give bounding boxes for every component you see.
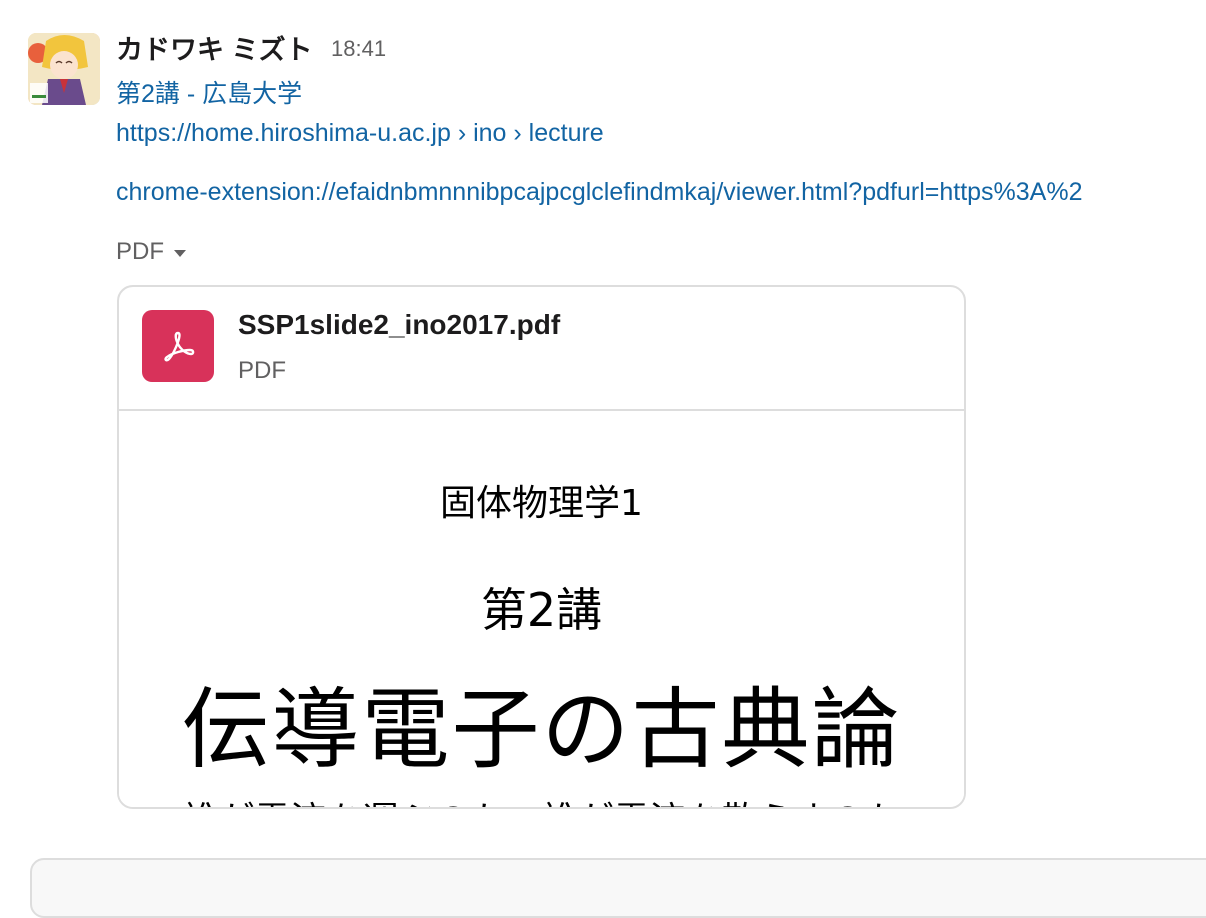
caret-down-icon (174, 250, 186, 257)
message-composer[interactable] (30, 858, 1206, 918)
slide-title: 伝導電子の古典論 (181, 678, 902, 781)
user-avatar[interactable] (28, 33, 100, 105)
link-page-title[interactable]: 第2講 - 広島大学 (116, 74, 302, 110)
pdf-preview[interactable]: 固体物理学1 第2講 伝導電子の古典論 誰が電流を運ぶのか、誰が電流を散らすのか (119, 411, 964, 807)
file-name[interactable]: SSP1slide2_ino2017.pdf (238, 309, 560, 341)
message: カドワキ ミズト 18:41 第2講 - 広島大学 https://home.h… (0, 0, 1206, 918)
attachment-collapse-toggle[interactable]: PDF (116, 238, 186, 266)
slide-course-name: 固体物理学1 (440, 483, 643, 524)
file-type-label: PDF (238, 357, 286, 384)
slide-subtitle: 誰が電流を運ぶのか、誰が電流を散らすのか (119, 791, 964, 807)
file-attachment-card[interactable]: SSP1slide2_ino2017.pdf PDF 固体物理学1 第2講 伝導… (117, 285, 966, 809)
pdf-icon (142, 310, 214, 382)
link-breadcrumb-url[interactable]: https://home.hiroshima-u.ac.jp › ino › l… (116, 119, 604, 148)
attachment-toggle-label: PDF (116, 238, 164, 265)
slide-lecture-number: 第2講 (480, 583, 603, 637)
acrobat-glyph (164, 331, 195, 362)
message-timestamp[interactable]: 18:41 (331, 36, 386, 62)
avatar-image (28, 33, 100, 105)
file-header[interactable]: SSP1slide2_ino2017.pdf PDF (119, 287, 964, 411)
link-pdf-viewer-url[interactable]: chrome-extension://efaidnbmnnnibpcajpcgl… (116, 178, 1083, 207)
sender-name[interactable]: カドワキ ミズト (116, 28, 313, 67)
